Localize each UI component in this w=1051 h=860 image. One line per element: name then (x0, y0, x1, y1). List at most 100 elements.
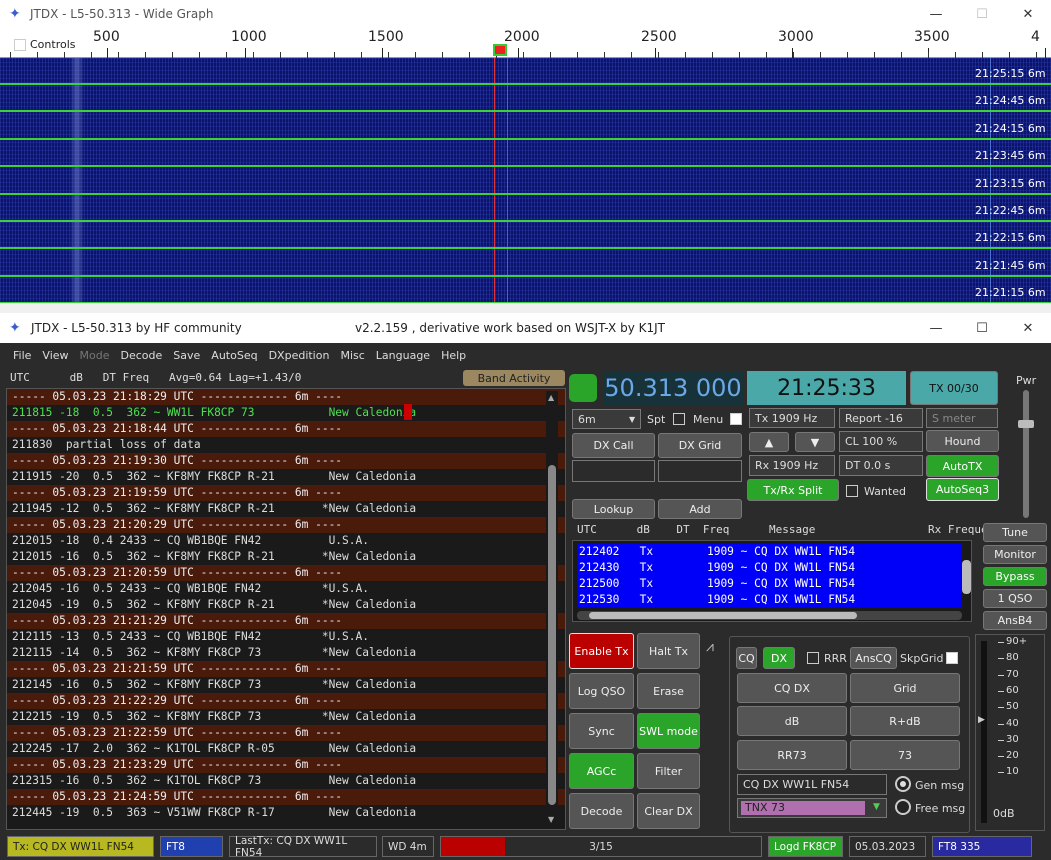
decode-separator[interactable]: ----- 05.03.23 21:24:59 UTC ------------… (7, 789, 565, 805)
r-db-button[interactable]: R+dB (850, 706, 960, 736)
decode-separator[interactable]: ----- 05.03.23 21:20:29 UTC ------------… (7, 517, 565, 533)
report-field[interactable]: Report -16 (839, 408, 923, 428)
tx-message-line[interactable]: 212500 Tx 1909 ~ CQ DX WW1L FN54 (577, 576, 962, 592)
band-activity-list[interactable]: ----- 05.03.23 21:18:29 UTC ------------… (6, 388, 566, 830)
decode-line[interactable]: 212115 -13 0.5 2433 ~ CQ WB1BQE FN42 *U.… (7, 629, 565, 645)
close-button[interactable]: ✕ (1005, 314, 1051, 342)
rx-vscrollbar[interactable] (962, 544, 971, 608)
cq-button[interactable]: CQ (736, 647, 757, 669)
decode-line[interactable]: 212445 -19 0.5 363 ~ V51WW FK8CP R-17 Ne… (7, 805, 565, 821)
decode-line[interactable]: 212245 -17 2.0 362 ~ K1TOL FK8CP R-05 Ne… (7, 741, 565, 757)
frequency-ruler[interactable]: Controls 500 1000 1500 2000 2500 3000 3500 4 (0, 28, 1051, 58)
gen-msg-radio[interactable] (895, 776, 911, 792)
decode-line[interactable]: 211830 partial loss of data (7, 437, 565, 453)
decode-separator[interactable]: ----- 05.03.23 21:21:29 UTC ------------… (7, 613, 565, 629)
wanted-checkbox[interactable] (846, 484, 862, 497)
band-select[interactable]: 6m ▼ (572, 409, 641, 429)
clear-dx-button[interactable]: Clear DX (637, 793, 700, 829)
anscq-button[interactable]: AnsCQ (850, 647, 897, 669)
menu-item-misc[interactable]: Misc (340, 349, 364, 362)
menu-item-file[interactable]: File (13, 349, 31, 362)
add-button[interactable]: Add (658, 499, 742, 519)
dx-call-input[interactable] (572, 460, 655, 482)
menu-item-mode[interactable]: Mode (80, 349, 110, 362)
filter-button[interactable]: Filter (637, 753, 700, 789)
one-qso-button[interactable]: 1 QSO (983, 589, 1047, 608)
decode-line[interactable]: 212315 -16 0.5 362 ~ K1TOL FK8CP 73 New … (7, 773, 565, 789)
erase-button[interactable]: Erase (637, 673, 700, 709)
smeter-field[interactable]: S meter (926, 408, 998, 428)
dt-field[interactable]: DT 0.0 s (839, 455, 923, 476)
minimize-button[interactable]: — (913, 314, 959, 342)
decode-line[interactable]: 212115 -14 0.5 362 ~ KF8MY FK8CP 73 *New… (7, 645, 565, 661)
dx-button[interactable]: DX (763, 647, 795, 669)
free-msg-radio[interactable] (895, 799, 911, 815)
skpgrid-checkbox[interactable] (946, 651, 962, 664)
decode-separator[interactable]: ----- 05.03.23 21:23:29 UTC ------------… (7, 757, 565, 773)
decode-separator[interactable]: ----- 05.03.23 21:19:30 UTC ------------… (7, 453, 565, 469)
power-slider[interactable] (1018, 390, 1034, 518)
ansb4-button[interactable]: AnsB4 (983, 611, 1047, 630)
up-arrow-button[interactable]: ▲ (749, 432, 789, 452)
decode-line[interactable]: 212045 -19 0.5 362 ~ KF8MY FK8CP R-21 *N… (7, 597, 565, 613)
decode-line[interactable]: 211915 -20 0.5 362 ~ KF8MY FK8CP R-21 Ne… (7, 469, 565, 485)
menu-item-save[interactable]: Save (173, 349, 200, 362)
decode-button[interactable]: Decode (569, 793, 634, 829)
maximize-button[interactable]: ☐ (959, 0, 1005, 28)
tx-message-line[interactable]: 212530 Tx 1909 ~ CQ DX WW1L FN54 (577, 592, 962, 608)
free-message-select[interactable]: TNX 73 ▼ (737, 798, 887, 818)
tx-message-line[interactable]: 212402 Tx 1909 ~ CQ DX WW1L FN54 (577, 544, 962, 560)
controls-checkbox[interactable]: Controls (14, 38, 76, 51)
tune-button[interactable]: Tune (983, 523, 1047, 542)
decode-separator[interactable]: ----- 05.03.23 21:20:59 UTC ------------… (7, 565, 565, 581)
decode-separator[interactable]: ----- 05.03.23 21:22:59 UTC ------------… (7, 725, 565, 741)
decode-separator[interactable]: ----- 05.03.23 21:21:59 UTC ------------… (7, 661, 565, 677)
rx-frequency-field[interactable]: Rx 1909 Hz (749, 455, 835, 476)
down-arrow-button[interactable]: ▼ (795, 432, 835, 452)
hound-button[interactable]: Hound (926, 430, 999, 452)
lookup-button[interactable]: Lookup (572, 499, 655, 519)
decode-line[interactable]: 212045 -16 0.5 2433 ~ CQ WB1BQE FN42 *U.… (7, 581, 565, 597)
agcc-button[interactable]: AGCc (569, 753, 634, 789)
gen-message-input[interactable]: CQ DX WW1L FN54 (737, 774, 887, 795)
halt-tx-button[interactable]: Halt Tx (637, 633, 700, 669)
grid-button[interactable]: Grid (850, 673, 960, 703)
decode-line[interactable]: 212015 -16 0.5 362 ~ KF8MY FK8CP R-21 *N… (7, 549, 565, 565)
tx-message-list[interactable]: 212402 Tx 1909 ~ CQ DX WW1L FN54 212430 T… (577, 544, 962, 608)
spt-checkbox[interactable] (673, 412, 689, 425)
rr73-button[interactable]: RR73 (737, 740, 847, 770)
decode-separator[interactable]: ----- 05.03.23 21:19:59 UTC ------------… (7, 485, 565, 501)
decode-separator[interactable]: ----- 05.03.23 21:18:44 UTC ------------… (7, 421, 565, 437)
menu-item-language[interactable]: Language (376, 349, 430, 362)
txrx-split-button[interactable]: Tx/Rx Split (747, 479, 839, 501)
log-qso-button[interactable]: Log QSO (569, 673, 634, 709)
minimize-button[interactable]: — (913, 0, 959, 28)
decode-scrollbar[interactable]: ▲ ▼ (546, 391, 558, 827)
decode-line[interactable]: 212215 -19 0.5 362 ~ KF8MY FK8CP 73 *New… (7, 709, 565, 725)
menu-item-dxpedition[interactable]: DXpedition (269, 349, 330, 362)
dx-grid-input[interactable] (658, 460, 742, 482)
enable-tx-button[interactable]: Enable Tx (569, 633, 634, 669)
bypass-button[interactable]: Bypass (983, 567, 1047, 586)
73-button[interactable]: 73 (850, 740, 960, 770)
swl-mode-button[interactable]: SWL mode (637, 713, 700, 749)
maximize-button[interactable]: ☐ (959, 314, 1005, 342)
tx-period-button[interactable]: TX 00/30 (910, 371, 998, 405)
monitor-button[interactable]: Monitor (983, 545, 1047, 564)
rx-frequency-panel[interactable]: 212402 Tx 1909 ~ CQ DX WW1L FN54 212430 T… (572, 540, 972, 622)
dx-call-button[interactable]: DX Call (572, 433, 655, 458)
autoseq3-button[interactable]: AutoSeq3 (926, 478, 999, 501)
cl-field[interactable]: CL 100 % (839, 431, 923, 452)
menu-item-view[interactable]: View (42, 349, 68, 362)
tx-message-line[interactable]: 212430 Tx 1909 ~ CQ DX WW1L FN54 (577, 560, 962, 576)
decode-line[interactable]: 212145 -16 0.5 362 ~ KF8MY FK8CP 73 *New… (7, 677, 565, 693)
tx-frequency-field[interactable]: Tx 1909 Hz (749, 408, 835, 428)
menu-item-autoseq[interactable]: AutoSeq (211, 349, 257, 362)
decode-separator[interactable]: ----- 05.03.23 21:22:29 UTC ------------… (7, 693, 565, 709)
menu-checkbox[interactable] (730, 412, 746, 425)
dx-grid-button[interactable]: DX Grid (658, 433, 742, 458)
decode-line[interactable]: 211945 -12 0.5 362 ~ KF8MY FK8CP R-21 *N… (7, 501, 565, 517)
menu-item-decode[interactable]: Decode (121, 349, 163, 362)
tx-marker[interactable] (493, 44, 507, 56)
decode-line[interactable]: 212015 -18 0.4 2433 ~ CQ WB1BQE FN42 U.S… (7, 533, 565, 549)
